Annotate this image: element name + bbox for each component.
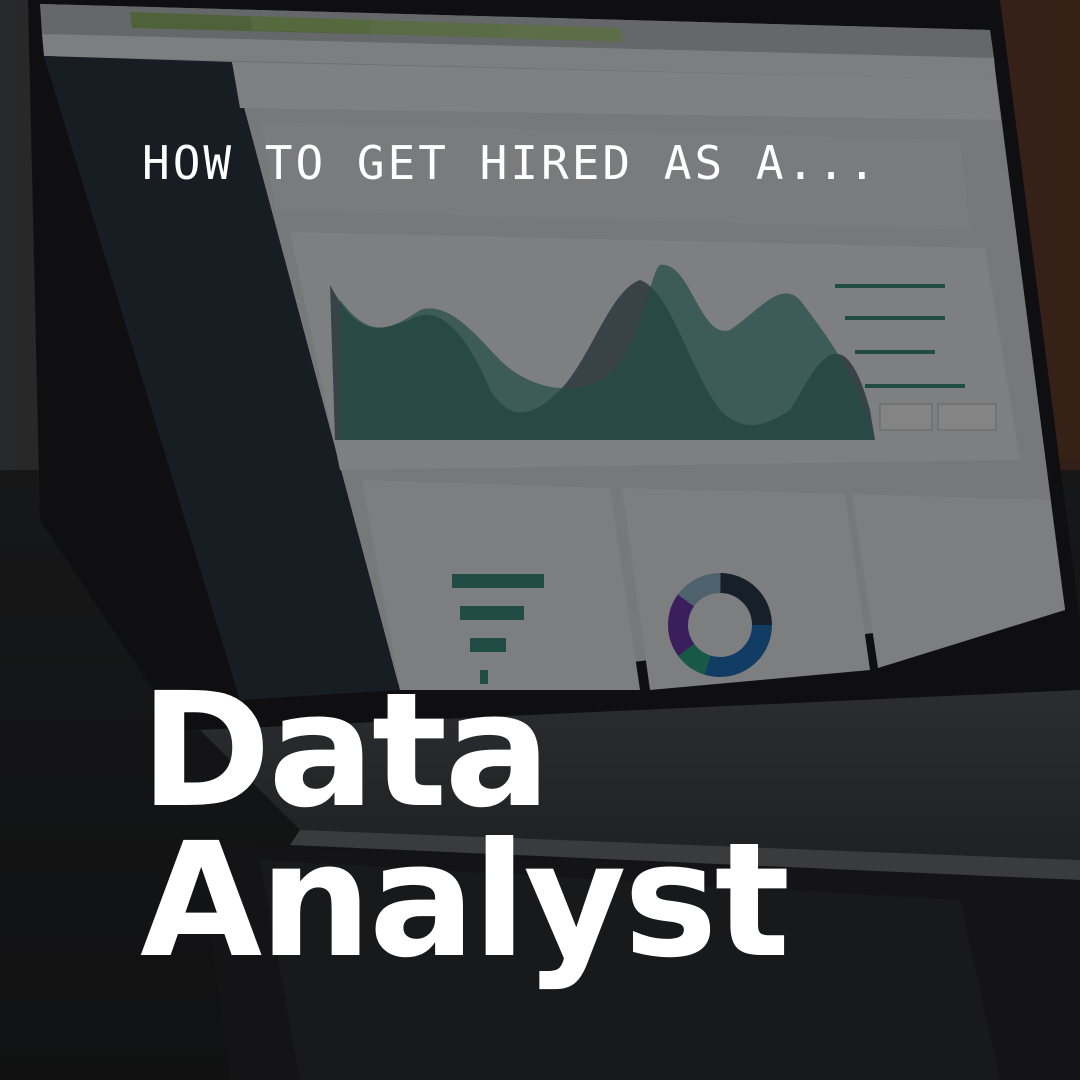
kicker-text: HOW TO GET HIRED AS A... xyxy=(142,136,879,190)
promo-card: HOW TO GET HIRED AS A... Data Analyst xyxy=(0,0,1080,1080)
headline-line-2: Analyst xyxy=(140,809,790,993)
headline: Data Analyst xyxy=(140,659,790,993)
headline-line-1: Data xyxy=(140,659,551,843)
